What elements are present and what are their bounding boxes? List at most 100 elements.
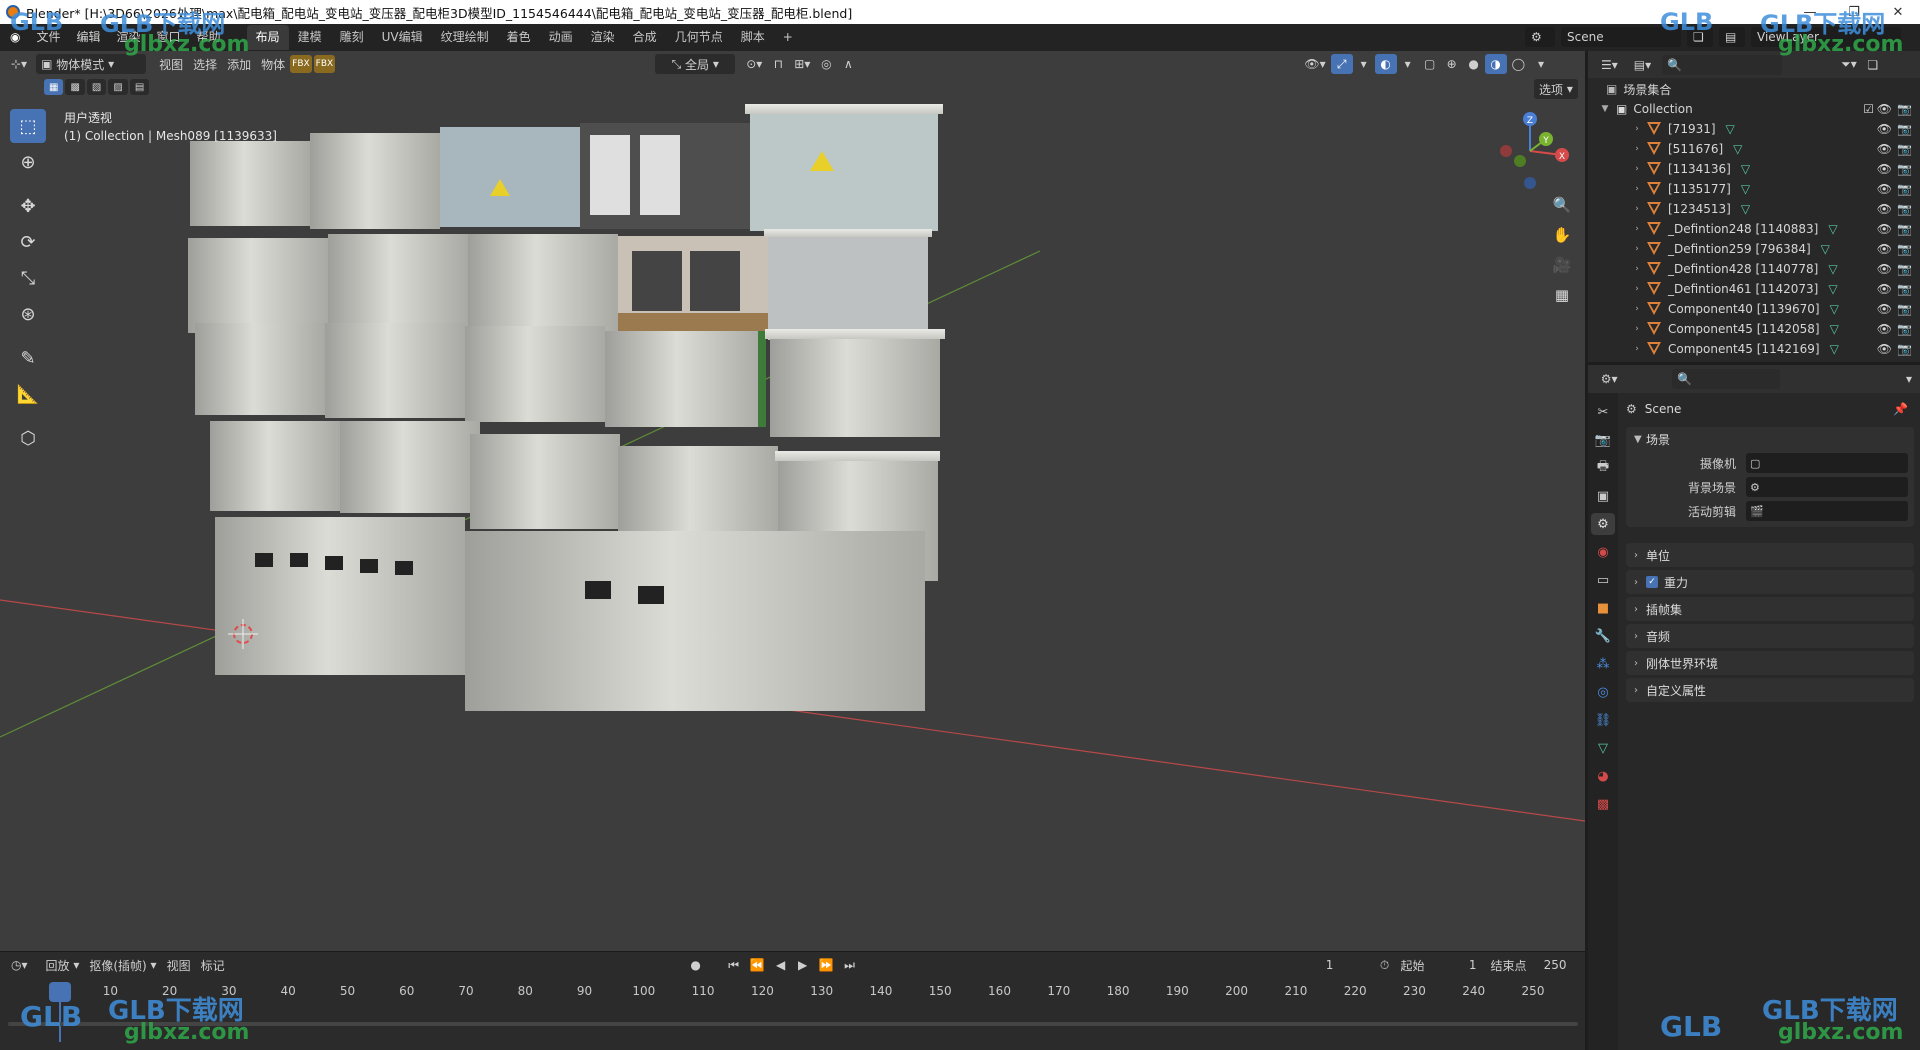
tool-tab-icon[interactable]: ✂ [1591,401,1615,423]
timeline-editor-type-icon[interactable]: ◷▾ [6,955,33,975]
gizmo-toggle-icon[interactable]: ⤢ [1330,54,1353,74]
pivot-icon[interactable]: ⊙▾ [741,54,767,74]
scene-panel-header[interactable]: ▼ 场景 [1626,427,1914,451]
particles-tab-icon[interactable]: ⁂ [1591,653,1615,675]
object-render-icon[interactable]: 📷 [1897,322,1912,336]
viewlayer-browse-icon[interactable]: ▤ [1719,27,1745,47]
options-button[interactable]: 选项 ▾ [1534,79,1578,99]
outliner-object-row[interactable]: › _Defintion259 [796384] ▽ 👁 📷 [1588,239,1920,259]
object-render-icon[interactable]: 📷 [1897,122,1912,136]
properties-editor-type-icon[interactable]: ⚙▾ [1596,369,1622,389]
object-expand-icon[interactable]: › [1632,284,1642,294]
filter-icon[interactable]: ⏷▾ [1836,55,1862,75]
camera-field[interactable]: ▢ [1746,453,1908,473]
gizmo-menu-icon[interactable]: ▾ [1353,54,1375,74]
object-expand-icon[interactable]: › [1632,324,1642,334]
start-frame-field[interactable]: 起始 1 [1395,955,1482,975]
annotate-tool-icon[interactable]: ✎ [10,341,46,375]
scene-collection-row[interactable]: ▣ 场景集合 [1588,79,1920,99]
select-new-icon[interactable]: ▦ [44,79,64,95]
cursor-tool-icon[interactable]: ⊕ [10,145,46,179]
shading-material-icon[interactable]: ◑ [1484,54,1507,74]
output-tab-icon[interactable]: 🖶 [1591,457,1615,479]
object-expand-icon[interactable]: › [1632,344,1642,354]
snap-target-icon[interactable]: ⊞▾ [789,54,815,74]
object-render-icon[interactable]: 📷 [1897,182,1912,196]
outliner-object-row[interactable]: › [1135177] ▽ 👁 📷 [1588,179,1920,199]
view-layer-tab-icon[interactable]: ▣ [1591,485,1615,507]
menu-keying[interactable]: 抠像(插帧) ▾ [84,955,161,975]
mode-selector[interactable]: ▣ 物体模式 ▾ [36,54,147,74]
move-tool-icon[interactable]: ✥ [10,189,46,223]
overlay-menu-icon[interactable]: ▾ [1397,54,1419,74]
prev-keyframe-icon[interactable]: ⏪ [745,955,770,975]
clock-icon[interactable]: ⏱ [1374,955,1396,975]
object-eye-icon[interactable]: 👁 [1877,242,1892,256]
object-eye-icon[interactable]: 👁 [1877,142,1892,156]
tab-geometry-nodes[interactable]: 几何节点 [666,25,732,50]
outliner-editor-type-icon[interactable]: ☰▾ [1596,55,1623,75]
pin-icon[interactable]: 📌 [1893,402,1908,416]
fbx-import-button[interactable]: FBX [290,55,312,73]
object-render-icon[interactable]: 📷 [1897,242,1912,256]
tab-compositing[interactable]: 合成 [624,25,666,50]
next-keyframe-icon[interactable]: ⏩ [814,955,839,975]
object-expand-icon[interactable]: › [1632,304,1642,314]
perspective-grid-icon[interactable]: ▦ [1548,281,1576,309]
outliner-object-row[interactable]: › [71931] ▽ 👁 📷 [1588,119,1920,139]
texture-tab-icon[interactable]: ▩ [1591,793,1615,815]
playhead[interactable] [49,982,71,1002]
editor-type-icon[interactable]: ⊹▾ [6,54,32,74]
collection-expand-icon[interactable]: ▼ [1600,104,1610,114]
new-collection-icon[interactable]: ❏ [1862,55,1884,75]
collection-render-icon[interactable]: 📷 [1897,102,1912,116]
object-render-icon[interactable]: 📷 [1897,162,1912,176]
tab-scripting[interactable]: 脚本 [732,25,774,50]
tab-animation[interactable]: 动画 [540,25,582,50]
overlay-toggle-icon[interactable]: ◐ [1374,54,1397,74]
gravity-checkbox[interactable]: ✓ [1646,576,1658,588]
add-cube-tool-icon[interactable]: ⬡ [10,421,46,455]
outliner-object-row[interactable]: › _Defintion248 [1140883] ▽ 👁 📷 [1588,219,1920,239]
outliner-object-row[interactable]: › [1134136] ▽ 👁 📷 [1588,159,1920,179]
jump-start-icon[interactable]: ⏮ [723,955,745,975]
shading-wire-icon[interactable]: ⊕ [1441,54,1463,74]
current-frame-field[interactable]: 1 [1295,955,1364,975]
object-render-icon[interactable]: 📷 [1897,142,1912,156]
scene-browse-icon[interactable]: ⚙ [1525,27,1555,47]
select-subtract-icon[interactable]: ▧ [86,79,107,95]
menu-select[interactable]: 选择 [188,54,222,74]
object-render-icon[interactable]: 📷 [1897,262,1912,276]
tab-texture-paint[interactable]: 纹理绘制 [432,25,498,50]
keying-sets-panel[interactable]: › 插帧集 [1626,597,1914,621]
shading-rendered-icon[interactable]: ◯ [1507,54,1530,74]
menu-marker[interactable]: 标记 [196,955,230,975]
object-render-icon[interactable]: 📷 [1897,302,1912,316]
add-workspace-button[interactable]: + [774,25,802,50]
object-eye-icon[interactable]: 👁 [1877,262,1892,276]
tab-uv-editing[interactable]: UV编辑 [373,25,432,50]
outliner-object-row[interactable]: › Component45 [1142169] ▽ 👁 📷 [1588,339,1920,359]
menu-object[interactable]: 物体 [256,54,290,74]
scene-tab-icon[interactable]: ⚙ [1591,513,1615,535]
xray-icon[interactable]: ▢ [1419,54,1441,74]
object-eye-icon[interactable]: 👁 [1877,342,1892,356]
snap-icon[interactable]: ⊓ [767,54,789,74]
object-eye-icon[interactable]: 👁 [1877,182,1892,196]
end-frame-field[interactable]: 结束点 250 [1485,955,1572,975]
measure-tool-icon[interactable]: 📐 [10,377,46,411]
tab-layout[interactable]: 布局 [246,25,289,50]
display-mode-icon[interactable]: ▤▾ [1629,55,1656,75]
shading-solid-icon[interactable]: ● [1463,54,1485,74]
object-render-icon[interactable]: 📷 [1897,222,1912,236]
menu-playback[interactable]: 回放 ▾ [41,955,85,975]
object-render-icon[interactable]: 📷 [1897,342,1912,356]
select-intersect-icon[interactable]: ▤ [129,79,150,95]
object-expand-icon[interactable]: › [1632,144,1642,154]
tab-modeling[interactable]: 建模 [289,25,331,50]
menu-timeline-view[interactable]: 视图 [162,955,196,975]
visibility-icon[interactable]: 👁▾ [1299,54,1330,74]
object-eye-icon[interactable]: 👁 [1877,322,1892,336]
transform-orientation[interactable]: ⤡ 全局 ▾ [655,54,736,74]
material-tab-icon[interactable]: ◕ [1591,765,1615,787]
